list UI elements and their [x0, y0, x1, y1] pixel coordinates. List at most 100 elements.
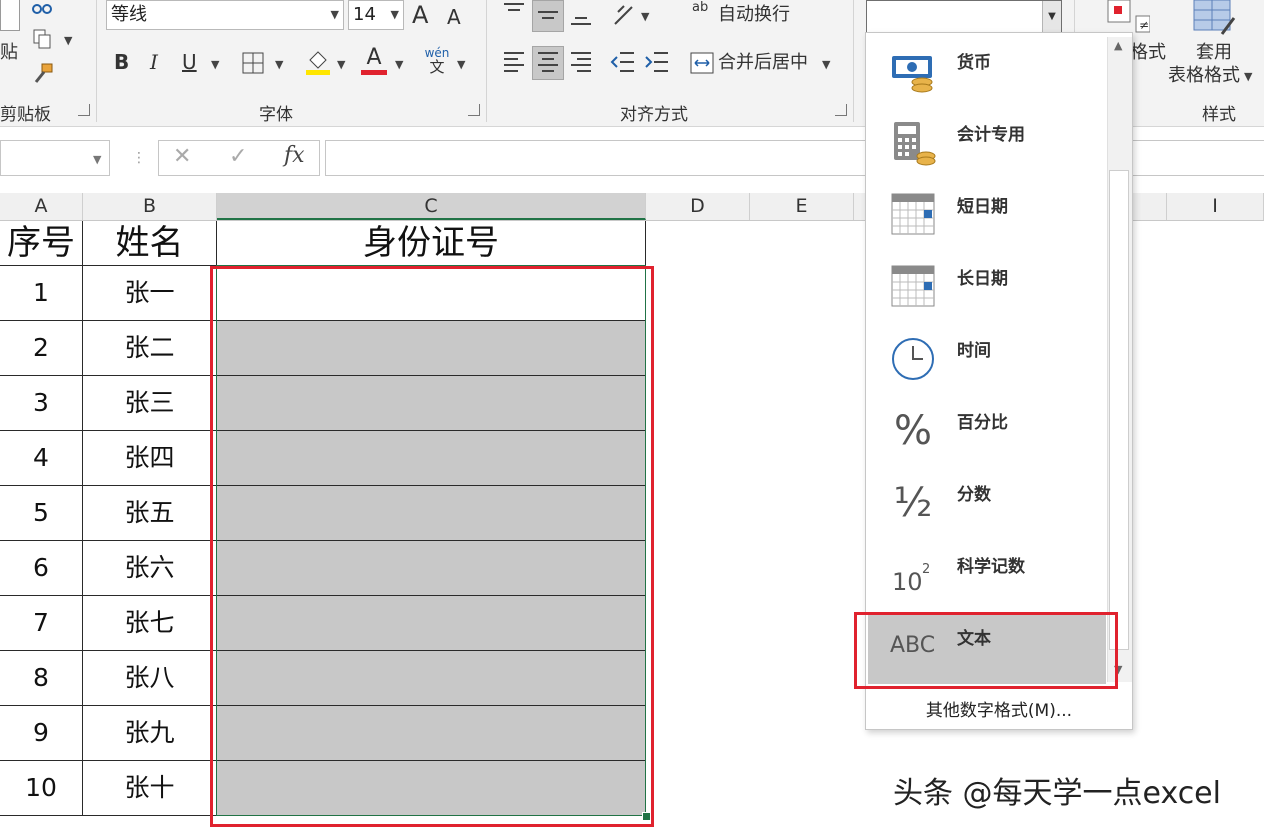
row-no-cell[interactable]: 4 [0, 431, 83, 486]
underline-dropdown-icon[interactable]: ▼ [211, 58, 219, 71]
underline-button[interactable]: U [182, 47, 197, 77]
font-color-button[interactable]: A [360, 46, 388, 76]
scientific-icon: 10 2 [890, 552, 936, 598]
row-name-cell[interactable]: 张九 [83, 706, 217, 761]
row-name-cell[interactable]: 张一 [83, 266, 217, 321]
row-no-cell[interactable]: 3 [0, 376, 83, 431]
column-header-c[interactable]: C [217, 193, 646, 220]
wrap-text-button[interactable]: 自动换行 [718, 0, 790, 30]
format-as-table-dropdown-icon[interactable]: ▼ [1244, 70, 1252, 83]
number-format-select[interactable]: ▼ [866, 0, 1062, 33]
column-header-b[interactable]: B [83, 193, 217, 220]
menu-item-fraction[interactable]: ½ 分数 [868, 466, 1106, 538]
chevron-down-icon[interactable]: ▼ [1042, 1, 1061, 32]
header-cell-name[interactable]: 姓名 [83, 221, 217, 266]
font-color-dropdown-icon[interactable]: ▼ [395, 58, 403, 71]
chevron-down-icon: ▼ [93, 153, 102, 166]
increase-indent-icon[interactable] [644, 50, 670, 74]
cancel-icon[interactable]: ✕ [173, 144, 191, 169]
decrease-indent-icon[interactable] [610, 50, 636, 74]
clipboard-launcher-icon[interactable] [78, 104, 90, 116]
phonetic-guide-button[interactable]: wén 文 [422, 46, 452, 75]
font-group-label: 字体 [259, 105, 293, 125]
menu-item-short-date[interactable]: 短日期 [868, 178, 1106, 250]
row-name-cell[interactable]: 张七 [83, 596, 217, 651]
menu-item-time[interactable]: 时间 [868, 322, 1106, 394]
format-painter-icon[interactable] [30, 62, 56, 86]
merge-center-icon[interactable] [690, 52, 714, 74]
merge-center-dropdown-icon[interactable]: ▼ [822, 58, 830, 71]
alignment-launcher-icon[interactable] [835, 104, 847, 116]
group-divider [853, 0, 854, 122]
chevron-down-icon: ▼ [330, 8, 339, 21]
row-name-cell[interactable]: 张四 [83, 431, 217, 486]
merge-center-button[interactable]: 合并后居中 [718, 48, 808, 78]
copy-dropdown-icon[interactable]: ▼ [64, 34, 72, 47]
header-cell-no[interactable]: 序号 [0, 221, 83, 266]
column-header-i[interactable]: I [1166, 193, 1264, 220]
align-top-icon[interactable] [503, 2, 525, 18]
more-number-formats-link[interactable]: 其他数字格式(M)... [866, 696, 1132, 721]
font-launcher-icon[interactable] [468, 104, 480, 116]
row-no-cell[interactable]: 10 [0, 761, 83, 816]
phonetic-dropdown-icon[interactable]: ▼ [457, 58, 465, 71]
orientation-icon[interactable] [612, 4, 636, 26]
row-name-cell[interactable]: 张八 [83, 651, 217, 706]
column-header-d[interactable]: D [646, 193, 750, 220]
format-as-table-label-2[interactable]: 表格格式 [1168, 61, 1240, 91]
borders-icon[interactable] [242, 52, 264, 74]
borders-dropdown-icon[interactable]: ▼ [275, 58, 283, 71]
paste-clipboard-icon[interactable] [0, 0, 20, 31]
font-size-select[interactable]: 14 ▼ [348, 0, 404, 30]
row-no-cell[interactable]: 2 [0, 321, 83, 376]
align-middle-button[interactable] [532, 0, 564, 32]
name-box[interactable]: ▼ [0, 140, 110, 176]
svg-text:≠: ≠ [1139, 18, 1149, 32]
insert-function-icon[interactable]: fx [284, 143, 305, 168]
column-header-a[interactable]: A [0, 193, 83, 220]
menu-item-percent[interactable]: % 百分比 [868, 394, 1106, 466]
shrink-font-button[interactable]: A [447, 2, 461, 32]
menu-item-currency[interactable]: 货币 [868, 34, 1106, 106]
font-name-select[interactable]: 等线 ▼ [106, 0, 344, 30]
scroll-up-icon[interactable]: ▲ [1114, 39, 1122, 52]
orientation-dropdown-icon[interactable]: ▼ [641, 10, 649, 23]
font-color-letter: A [366, 45, 382, 70]
enter-icon[interactable]: ✓ [229, 144, 247, 169]
align-bottom-icon[interactable] [570, 8, 592, 28]
row-no-cell[interactable]: 5 [0, 486, 83, 541]
fill-color-icon[interactable] [304, 48, 332, 76]
menu-item-long-date[interactable]: 长日期 [868, 250, 1106, 322]
row-no-cell[interactable]: 1 [0, 266, 83, 321]
fill-color-dropdown-icon[interactable]: ▼ [337, 58, 345, 71]
menu-item-label: 分数 [957, 485, 991, 505]
align-center-button[interactable] [532, 46, 564, 80]
scientific-base-text: 10 [892, 568, 923, 596]
align-left-icon[interactable] [503, 50, 525, 74]
bold-button[interactable]: B [114, 47, 129, 77]
align-right-icon[interactable] [570, 50, 592, 74]
menu-item-accounting[interactable]: 会计专用 [868, 106, 1106, 178]
row-no-cell[interactable]: 9 [0, 706, 83, 761]
italic-button[interactable]: I [150, 47, 158, 77]
header-cell-id[interactable]: 身份证号 [217, 221, 646, 266]
paste-button-label[interactable]: 贴 [0, 38, 18, 68]
row-name-cell[interactable]: 张三 [83, 376, 217, 431]
column-header-e[interactable]: E [750, 193, 854, 220]
row-name-cell[interactable]: 张二 [83, 321, 217, 376]
row-name-cell[interactable]: 张十 [83, 761, 217, 816]
conditional-formatting-icon[interactable]: ≠ [1106, 0, 1150, 34]
menu-item-scientific[interactable]: 10 2 科学记数 [868, 538, 1106, 610]
wrap-text-icon[interactable]: ab [692, 1, 708, 14]
row-name-cell[interactable]: 张六 [83, 541, 217, 596]
format-as-table-icon[interactable] [1192, 0, 1236, 36]
grow-font-button[interactable]: A [412, 0, 428, 30]
row-no-cell[interactable]: 6 [0, 541, 83, 596]
row-no-cell[interactable]: 8 [0, 651, 83, 706]
copy-icon[interactable] [32, 28, 54, 50]
conditional-formatting-label[interactable]: 格式 [1130, 38, 1166, 68]
scrollbar-thumb[interactable] [1109, 170, 1129, 650]
row-no-cell[interactable]: 7 [0, 596, 83, 651]
row-name-cell[interactable]: 张五 [83, 486, 217, 541]
cut-icon[interactable] [32, 0, 52, 16]
